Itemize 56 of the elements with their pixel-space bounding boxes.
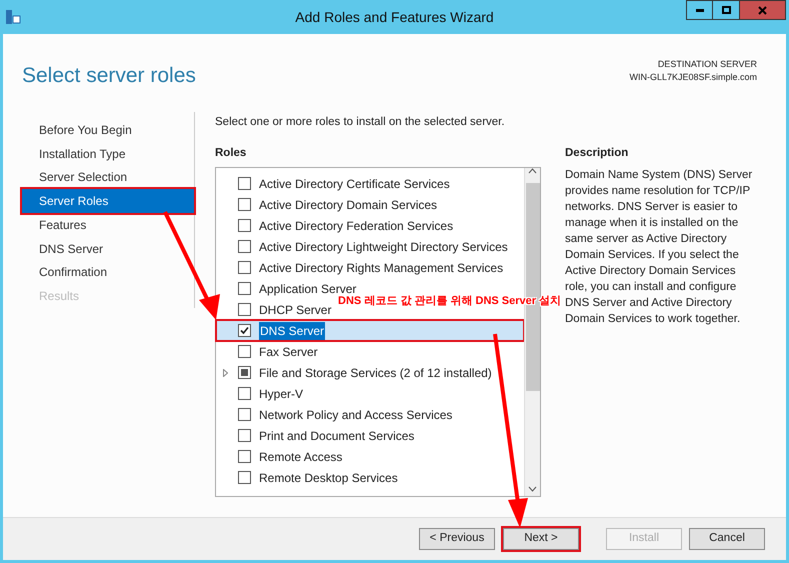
sidebar-item[interactable]: Confirmation [22,260,194,284]
instruction-text: Select one or more roles to install on the selected server. [215,115,506,130]
wizard-button[interactable]: Next > [503,528,579,550]
checkbox[interactable] [238,471,251,484]
checkbox[interactable] [238,387,251,400]
checkbox[interactable] [238,282,251,296]
checkbox[interactable] [238,303,251,316]
roles-heading: Roles [215,146,248,162]
close-icon [758,6,767,14]
sidebar-item[interactable]: Features [22,213,194,237]
role-label[interactable]: Hyper-V [259,384,304,403]
wizard-button[interactable]: Cancel [689,528,765,550]
role-label[interactable]: Active Directory Lightweight Directory Services [259,238,508,256]
sidebar-item[interactable]: Server Roles [22,189,194,213]
checkbox[interactable] [238,240,251,254]
role-label[interactable]: Active Directory Domain Services [259,196,438,214]
role-label[interactable]: Active Directory Federation Services [259,216,454,235]
checkbox[interactable] [238,219,251,232]
annotation-text: DNS 레코드 값 관리를 위해 DNS Server 설치 [338,294,562,309]
role-label[interactable]: DNS Server [259,322,326,340]
destination-server: WIN-GLL7KJE08SF.simple.com [629,71,757,84]
role-label[interactable]: File and Storage Services (2 of 12 installed) [259,364,492,382]
sidebar-item[interactable]: DNS Server [22,236,194,260]
scroll-down-icon[interactable] [528,486,537,492]
sidebar-item[interactable]: Before You Begin [22,118,194,142]
role-label[interactable]: Active Directory Certificate Services [259,174,450,193]
role-label[interactable]: DHCP Server [259,300,332,319]
server-icon [5,9,21,25]
checkbox[interactable] [238,429,251,442]
checkbox[interactable] [238,177,251,190]
close-button[interactable] [740,0,786,20]
role-label[interactable]: Print and Document Services [259,426,414,445]
scroll-up-icon[interactable] [528,168,537,174]
window-title: Add Roles and Features Wizard [295,8,494,26]
selected-role-row[interactable]: DNS Server [216,320,524,342]
expand-icon[interactable] [222,368,228,377]
sidebar-item[interactable]: Server Selection [22,166,194,190]
checkbox[interactable] [238,450,251,464]
destination-label: DESTINATION SERVER [658,58,757,71]
page-title: Select server roles [22,63,196,89]
checkbox[interactable] [238,261,251,274]
checkbox[interactable] [238,345,251,358]
role-label[interactable]: Remote Desktop Services [259,468,398,487]
role-label[interactable]: Fax Server [259,342,318,361]
checkbox[interactable] [238,366,251,380]
role-label[interactable]: Remote Access [259,448,342,466]
checkbox[interactable] [238,198,251,212]
wizard-button[interactable]: < Previous [419,528,495,550]
checkbox[interactable] [238,324,251,338]
sidebar-item[interactable]: Installation Type [22,142,194,166]
minimize-button[interactable] [686,0,713,20]
checkbox[interactable] [238,408,251,422]
description-text: Domain Name System (DNS) Server provides name resolution for TCP/IP networks. DNS Server is easier to manage when it is installed on the same server as Active Directory Domain Services. If you select the Active Directory Domain Services role, you can install and configure DNS Server and Active Directory Domain Services to work together. [565,168,754,328]
role-label[interactable]: Active Directory Rights Management Services [259,258,504,277]
description-heading: Description [565,146,630,162]
role-label[interactable]: Network Policy and Access Services [259,406,452,424]
